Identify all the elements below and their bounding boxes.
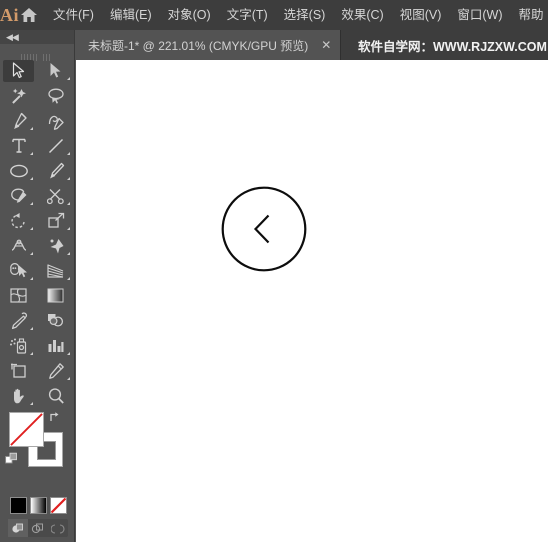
tool-grid [0,58,74,408]
tool-expand-indicator [30,327,33,330]
none-swatch-button[interactable] [48,493,68,517]
mesh-tool[interactable] [0,283,37,308]
back-arrow-circle-artwork[interactable] [221,186,307,272]
tools-panel-header: ◀◀ [0,30,74,44]
selection-tool[interactable] [0,58,37,83]
slice-tool[interactable] [37,358,74,383]
column-graph-tool[interactable] [37,333,74,358]
fill-none-slash-icon [10,413,43,446]
swap-fill-stroke-icon[interactable] [48,410,62,424]
color-swatch-none [49,496,67,514]
color-swatch-gradient [29,496,47,514]
tool-expand-indicator [30,152,33,155]
document-tab[interactable]: 未标题-1* @ 221.01% (CMYK/GPU 预览) ✕ [76,30,342,60]
ai-logo: Ai [0,4,19,25]
color-swatch-black [9,496,27,514]
document-tab-title: 未标题-1* @ 221.01% (CMYK/GPU 预览) [88,38,309,53]
menu-window[interactable]: 窗口(W) [449,0,510,30]
scale-tool[interactable] [37,208,74,233]
tool-expand-indicator [67,277,70,280]
ellipse-tool[interactable] [0,158,37,183]
menu-bar: Ai 文件(F) 编辑(E) 对象(O) 文字(T) 选择(S) 效果(C) 视… [0,0,548,30]
tool-expand-indicator [30,252,33,255]
paintbrush-tool[interactable] [37,158,74,183]
menu-file[interactable]: 文件(F) [45,0,102,30]
watermark-text: 软件自学网：WWW.RJZXW.COM [358,39,547,54]
lasso-tool[interactable] [37,83,74,108]
zoom-tool[interactable] [37,383,74,408]
menu-type[interactable]: 文字(T) [219,0,276,30]
tool-expand-indicator [30,277,33,280]
direct-selection-tool[interactable] [37,58,74,83]
tool-expand-indicator [67,177,70,180]
illustrator-window: Ai 文件(F) 编辑(E) 对象(O) 文字(T) 选择(S) 效果(C) 视… [0,0,548,542]
width-tool[interactable] [0,233,37,258]
type-tool[interactable] [0,133,37,158]
shaper-tool[interactable] [0,183,37,208]
tool-expand-indicator [30,227,33,230]
menu-item-list: 文件(F) 编辑(E) 对象(O) 文字(T) 选择(S) 效果(C) 视图(V… [45,0,548,30]
eyedropper-tool[interactable] [0,308,37,333]
artboard-canvas[interactable] [76,60,548,542]
pen-tool[interactable] [0,108,37,133]
tool-expand-indicator [67,377,70,380]
scissors-tool[interactable] [37,183,74,208]
fill-stroke-control [0,408,74,478]
gradient-tool[interactable] [37,283,74,308]
tool-expand-indicator [30,202,33,205]
menu-effect[interactable]: 效果(C) [333,0,391,30]
document-tab-bar: 未标题-1* @ 221.01% (CMYK/GPU 预览) ✕ 软件自学网：W… [76,30,548,60]
color-mode-buttons [8,493,68,517]
perspective-grid-tool[interactable] [37,258,74,283]
draw-normal-button[interactable] [8,519,28,537]
symbol-sprayer-tool[interactable] [0,333,37,358]
default-fill-stroke-icon[interactable] [5,452,19,466]
tool-expand-indicator [30,127,33,130]
hand-tool[interactable] [0,383,37,408]
tool-expand-indicator [67,352,70,355]
collapse-panel-icon[interactable]: ◀◀ [6,32,19,42]
draw-mode-buttons [8,519,68,537]
tool-expand-indicator [67,227,70,230]
draw-behind-button[interactable] [28,519,48,537]
menu-help[interactable]: 帮助 [511,0,548,30]
tools-panel-drag-handle[interactable] [21,48,55,79]
shape-builder-tool[interactable] [0,258,37,283]
fill-swatch[interactable] [9,412,44,447]
draw-inside-button[interactable] [48,519,68,537]
color-swatch-button[interactable] [8,493,28,517]
tool-expand-indicator [30,177,33,180]
tools-panel: ◀◀ [0,30,75,542]
line-segment-tool[interactable] [37,133,74,158]
tool-expand-indicator [30,402,33,405]
watermark: 软件自学网：WWW.RJZXW.COM [350,30,547,60]
tool-expand-indicator [67,77,70,80]
blend-tool[interactable] [37,308,74,333]
tool-expand-indicator [67,252,70,255]
rotate-tool[interactable] [0,208,37,233]
close-icon[interactable]: ✕ [320,39,332,51]
gradient-swatch-button[interactable] [28,493,48,517]
artwork-circle [221,186,307,272]
curvature-tool[interactable] [37,108,74,133]
tool-expand-indicator [30,352,33,355]
magic-wand-tool[interactable] [0,83,37,108]
tool-expand-indicator [67,202,70,205]
menu-object[interactable]: 对象(O) [160,0,219,30]
artwork-chevron-left [253,214,270,244]
free-transform-tool[interactable] [37,233,74,258]
menu-edit[interactable]: 编辑(E) [102,0,160,30]
home-icon[interactable] [19,0,39,30]
menu-select[interactable]: 选择(S) [276,0,334,30]
tool-expand-indicator [67,152,70,155]
artboard-tool[interactable] [0,358,37,383]
menu-view[interactable]: 视图(V) [392,0,450,30]
